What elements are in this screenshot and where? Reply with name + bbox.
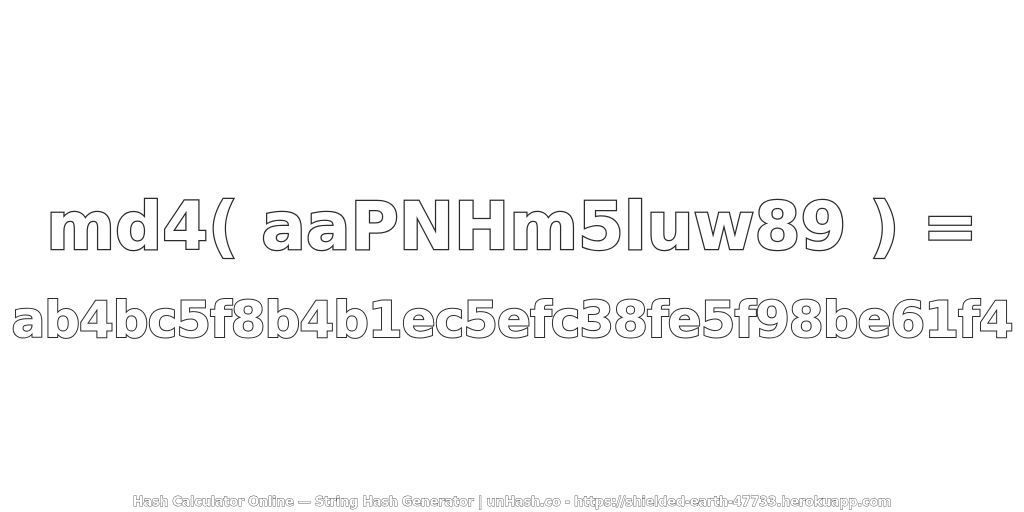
hash-result: ab4bc5f8b4b1ec5efc38fe5f98be61f4: [10, 290, 1014, 350]
footer-credit: Hash Calculator Online — String Hash Gen…: [132, 495, 892, 511]
hash-expression: md4( aaPNHm5luw89 ) =: [45, 187, 979, 267]
